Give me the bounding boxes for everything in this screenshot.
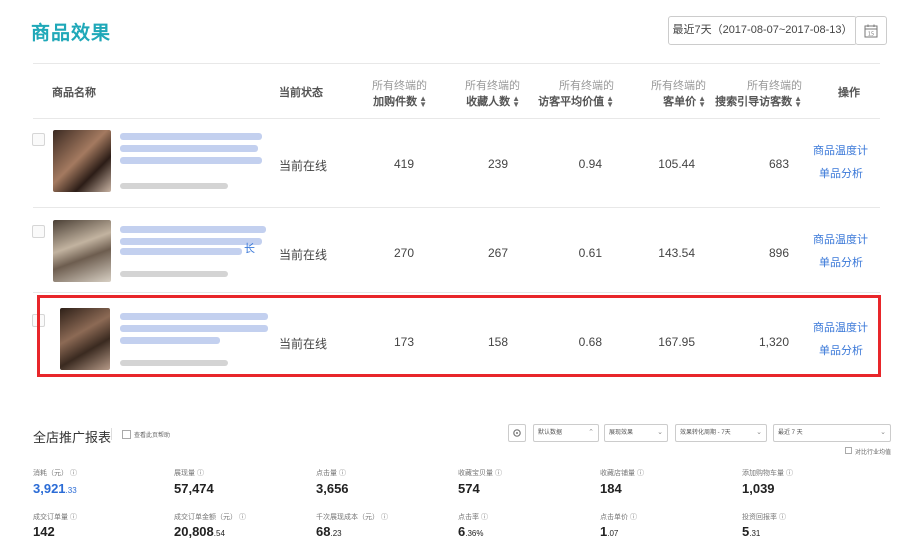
- title-visible-char: 长: [244, 243, 255, 255]
- settings-button[interactable]: [508, 424, 526, 442]
- metric-value: 20,808: [174, 524, 214, 539]
- metric-value: 57,474: [174, 481, 214, 496]
- search-cell: 683: [768, 157, 789, 171]
- product-effect-panel: 商品效果 最近7天（2017-08-07~2017-08-13） 15 商品名称…: [0, 0, 897, 384]
- cart-cell: 270: [393, 246, 414, 260]
- avg-cell: 0.61: [578, 246, 602, 260]
- calendar-button[interactable]: 15: [855, 16, 887, 45]
- store-promotion-report: 全店推广报表 查看此页帮助 默认数据 ⌃ 展现效果 ⌄ 效果转化周期 - 7天 ⌄ 最…: [0, 384, 897, 560]
- col-action: 操作: [838, 87, 860, 99]
- metric-decimal: .36%: [465, 529, 484, 538]
- metric-label: 成交订单金额（元）: [174, 514, 237, 521]
- col-search-sub: 所有终端的: [747, 80, 802, 92]
- gear-icon: [513, 429, 521, 437]
- select-arrow-icon: ⌃: [588, 429, 594, 436]
- metric-label: 收藏店铺量: [600, 470, 635, 477]
- highlight-box: [37, 295, 881, 377]
- metric-label: 成交订单量: [33, 514, 68, 521]
- sort-icon[interactable]: ▲ ▼: [606, 95, 614, 109]
- chevron-down-icon: ⌄: [657, 429, 663, 436]
- col-search-main: 搜索引导访客数: [715, 96, 793, 108]
- price-cell: 143.54: [658, 246, 695, 260]
- metric-value: 68: [316, 524, 331, 539]
- item-analysis-link[interactable]: 单品分析: [819, 254, 863, 270]
- status-cell: 当前在线: [279, 248, 328, 262]
- metric-value: 3,656: [316, 481, 349, 496]
- col-fav-sub: 所有终端的: [465, 80, 520, 92]
- col-fav-main: 收藏人数: [466, 96, 511, 108]
- effect-select[interactable]: 展现效果 ⌄: [604, 424, 668, 442]
- metric-label: 展现量: [174, 470, 195, 477]
- col-price[interactable]: 所有终端的 客单价 ▲ ▼: [628, 78, 706, 110]
- metric-value: 1,039: [742, 481, 775, 496]
- col-avg-main: 访客平均价值: [538, 96, 605, 108]
- metric-decimal: .23: [330, 529, 342, 538]
- chevron-down-icon: ⌄: [756, 429, 762, 436]
- metric-label: 点击单价: [600, 514, 628, 521]
- effect-select-value: 展现效果: [609, 430, 634, 436]
- sort-icon[interactable]: ▲ ▼: [512, 95, 520, 109]
- sort-icon[interactable]: ▲ ▼: [419, 95, 427, 109]
- item-analysis-link[interactable]: 单品分析: [819, 165, 863, 181]
- col-avg-sub: 所有终端的: [559, 80, 614, 92]
- compare-label[interactable]: 对比行业均值: [855, 447, 891, 456]
- metric-label: 千次展现成本（元）: [316, 514, 379, 521]
- search-cell: 896: [768, 246, 789, 260]
- conversion-period-value: 效果转化周期 - 7天: [680, 430, 731, 436]
- help-label[interactable]: 查看此页帮助: [134, 430, 170, 439]
- product-thumbnail[interactable]: [53, 130, 111, 192]
- col-price-sub: 所有终端的: [651, 80, 706, 92]
- price-cell: 105.44: [658, 157, 695, 171]
- report-title: 全店推广报表: [33, 430, 112, 445]
- metric-label: 投资回报率: [742, 514, 777, 521]
- metric-label: 收藏宝贝量: [458, 470, 493, 477]
- product-thermometer-link[interactable]: 商品温度计: [813, 231, 868, 247]
- chevron-down-icon: ⌄: [880, 429, 886, 436]
- metric-decimal: .07: [607, 529, 619, 538]
- col-product-name: 商品名称: [52, 87, 96, 99]
- product-thermometer-link[interactable]: 商品温度计: [813, 142, 868, 158]
- svg-text:15: 15: [868, 31, 874, 37]
- metric-value: 142: [33, 524, 55, 539]
- date-select-value: 最近 7 天: [778, 430, 803, 436]
- metric-label: 添加购物车量: [742, 470, 784, 477]
- metric-value: 3,921: [33, 481, 66, 496]
- metric-decimal: .54: [213, 529, 225, 538]
- date-range-button[interactable]: 最近7天（2017-08-07~2017-08-13）: [668, 16, 857, 45]
- col-search[interactable]: 所有终端的 搜索引导访客数 ▲ ▼: [700, 78, 802, 110]
- conversion-period-select[interactable]: 效果转化周期 - 7天 ⌄: [675, 424, 767, 442]
- page-title: 商品效果: [31, 23, 112, 44]
- avg-cell: 0.94: [578, 157, 602, 171]
- col-price-main: 客单价: [663, 96, 697, 108]
- col-cart[interactable]: 所有终端的 加购件数 ▲ ▼: [355, 78, 427, 110]
- cart-cell: 419: [393, 157, 414, 171]
- col-status: 当前状态: [279, 87, 323, 99]
- metric-label: 消耗（元）: [33, 470, 68, 477]
- col-cart-sub: 所有终端的: [372, 80, 427, 92]
- status-cell: 当前在线: [279, 159, 328, 173]
- col-cart-main: 加购件数: [373, 96, 418, 108]
- data-select-value: 默认数据: [538, 430, 563, 436]
- col-avg[interactable]: 所有终端的 访客平均价值 ▲ ▼: [530, 78, 614, 110]
- data-select[interactable]: 默认数据 ⌃: [533, 424, 599, 442]
- col-fav[interactable]: 所有终端的 收藏人数 ▲ ▼: [448, 78, 520, 110]
- row-checkbox[interactable]: [32, 133, 45, 146]
- metric-decimal: .33: [65, 486, 77, 495]
- metric-label: 点击率: [458, 514, 479, 521]
- compare-checkbox[interactable]: [845, 447, 852, 454]
- calendar-icon: 15: [864, 24, 878, 37]
- fav-cell: 239: [487, 157, 508, 171]
- metric-label: 点击量: [316, 470, 337, 477]
- metric-decimal: .31: [749, 529, 761, 538]
- product-thumbnail[interactable]: [53, 220, 111, 282]
- sort-icon[interactable]: ▲ ▼: [794, 95, 802, 109]
- metric-value: 184: [600, 481, 622, 496]
- metric-value: 574: [458, 481, 480, 496]
- row-checkbox[interactable]: [32, 225, 45, 238]
- help-checkbox[interactable]: [122, 430, 131, 439]
- fav-cell: 267: [487, 246, 508, 260]
- date-select[interactable]: 最近 7 天 ⌄: [773, 424, 891, 442]
